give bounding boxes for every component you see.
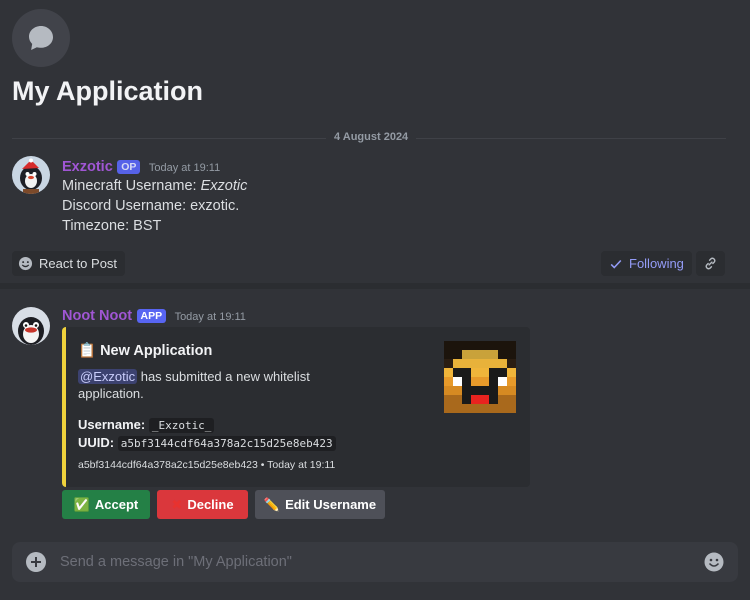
username-field: Username: _Exzotic_ [78,417,215,433]
post-minecraft-line: Minecraft Username: Exzotic [62,176,247,196]
cross-mark-icon: ✖ [171,496,183,512]
bot-timestamp[interactable]: Today at 19:11 [175,311,246,323]
app-badge: APP [136,309,167,323]
user-mention[interactable]: @Exzotic [78,369,138,384]
copy-link-button[interactable] [696,251,725,276]
emoji-picker-icon[interactable] [704,552,724,572]
minecraft-value: Exzotic [200,178,248,194]
embed-title-text: New Application [100,342,213,359]
following-button[interactable]: Following [601,251,692,276]
username-label: Username: [78,417,146,432]
page-title: My Application [12,76,204,106]
minecraft-label: Minecraft Username: [62,178,201,194]
uuid-label: UUID: [78,435,115,450]
embed-title: 📋 New Application [78,342,213,360]
post-header: Exzotic OP Today at 19:11 [62,158,220,176]
bot-message-header: Noot Noot APP Today at 19:11 [62,307,246,325]
uuid-field: UUID: a5bf3144cdf64a378a2c15d25e8eb423 [78,435,336,451]
pencil-icon: ✏️ [263,496,281,512]
application-embed: 📋 New Application @Exzotic has submitted… [62,327,530,487]
embed-description: @Exzotic has submitted a new whitelist a… [78,368,318,402]
message-input[interactable] [60,554,704,570]
channel-icon [12,9,70,67]
emoji-smile-icon [18,256,33,271]
react-label: React to Post [39,256,118,271]
op-badge: OP [117,160,141,174]
bot-author[interactable]: Noot Noot [62,308,132,324]
check-mark-icon: ✅ [73,496,90,512]
minecraft-skin-thumbnail[interactable] [444,341,516,413]
plus-circle-icon[interactable] [26,552,46,572]
clipboard-icon: 📋 [78,343,97,359]
edit-username-button[interactable]: ✏️ Edit Username [255,490,385,519]
minecraft-head-icon [444,341,516,413]
message-composer [12,542,738,582]
penguin-avatar-icon [12,156,50,194]
react-to-post-button[interactable]: React to Post [12,251,126,276]
avatar-noot-noot[interactable] [12,307,50,345]
post-separator [0,283,750,289]
edit-username-label: Edit Username [285,497,377,512]
decline-label: Decline [187,497,234,512]
avatar-exzotic[interactable] [12,156,50,194]
link-icon [705,257,716,270]
following-label: Following [629,256,684,271]
uuid-value: a5bf3144cdf64a378a2c15d25e8eb423 [117,436,336,451]
chat-bubble-icon [29,26,53,50]
post-timestamp[interactable]: Today at 19:11 [149,162,220,174]
username-value: _Exzotic_ [148,418,215,433]
accept-button[interactable]: ✅ Accept [62,490,150,519]
post-timezone-line: Timezone: BST [62,218,162,234]
checkmark-icon [610,259,622,269]
pingu-avatar-icon [12,307,50,345]
date-divider-label: 4 August 2024 [326,131,417,143]
accept-label: Accept [94,497,139,512]
embed-footer: a5bf3144cdf64a378a2c15d25e8eb423 • Today… [78,459,336,471]
post-author[interactable]: Exzotic [62,159,113,175]
decline-button[interactable]: ✖ Decline [157,490,248,519]
post-discord-line: Discord Username: exzotic. [62,198,240,214]
